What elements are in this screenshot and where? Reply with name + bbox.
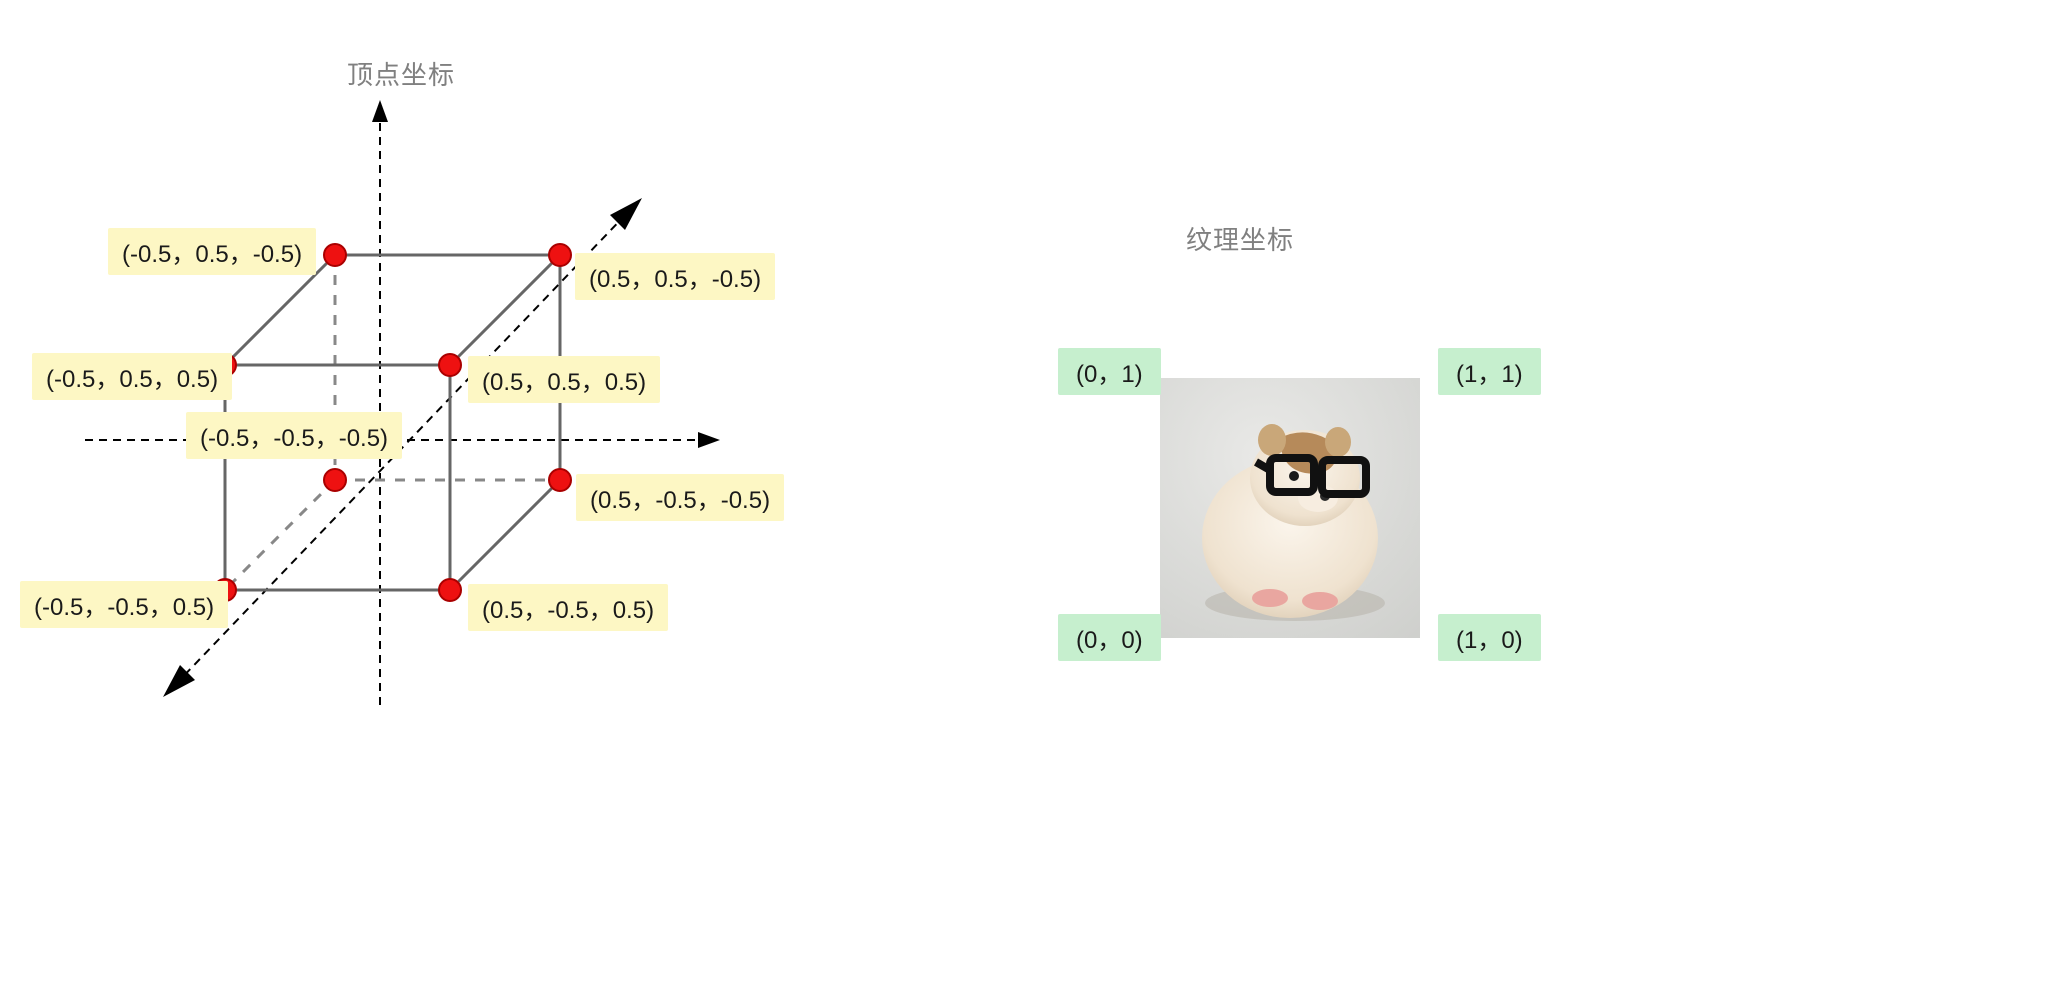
label-back-top-left: (-0.5，0.5，-0.5) <box>108 228 316 275</box>
label-back-bot-left: (-0.5，-0.5，-0.5) <box>186 412 402 459</box>
diagram-stage: 顶点坐标 纹理坐标 <box>0 0 2062 990</box>
texlabel-top-right: (1，1) <box>1438 348 1541 395</box>
label-front-top-right: (0.5，0.5，0.5) <box>468 356 660 403</box>
texture-title: 纹理坐标 <box>1186 220 1294 257</box>
hamster-icon <box>1160 378 1420 638</box>
texture-image <box>1160 378 1420 638</box>
label-back-bot-right: (0.5，-0.5，-0.5) <box>576 474 784 521</box>
texlabel-top-left: (0，1) <box>1058 348 1161 395</box>
texlabel-bottom-right: (1，0) <box>1438 614 1541 661</box>
texlabel-bottom-left: (0，0) <box>1058 614 1161 661</box>
label-back-top-right: (0.5，0.5，-0.5) <box>575 253 775 300</box>
cube-svg <box>50 80 810 840</box>
label-front-bot-right: (0.5，-0.5，0.5) <box>468 584 668 631</box>
label-front-bot-left: (-0.5，-0.5，0.5) <box>20 581 228 628</box>
label-front-top-left: (-0.5，0.5，0.5) <box>32 353 232 400</box>
